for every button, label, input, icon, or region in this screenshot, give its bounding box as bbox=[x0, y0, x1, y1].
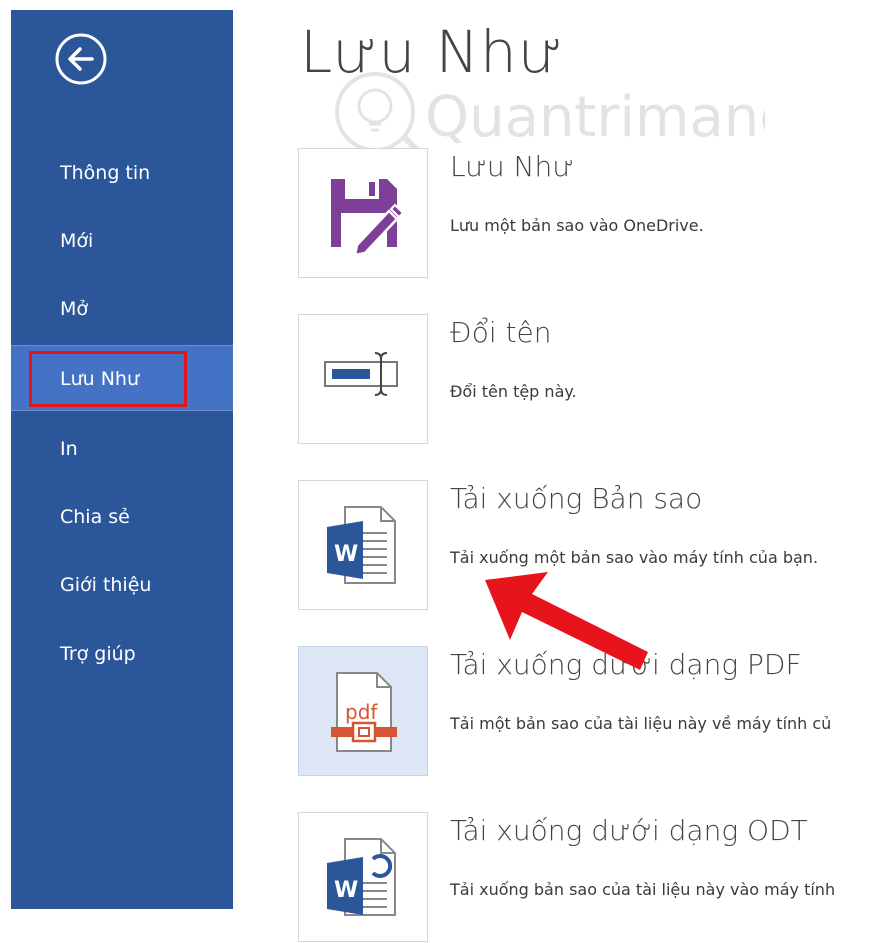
option-tile bbox=[298, 148, 428, 278]
sidebar-item-label: In bbox=[60, 438, 78, 460]
word-letter: W bbox=[334, 542, 358, 567]
option-title: Lưu Như bbox=[450, 150, 575, 183]
option-tile: W bbox=[298, 812, 428, 942]
back-arrow-icon bbox=[55, 33, 107, 85]
sidebar-item-label: Trợ giúp bbox=[60, 643, 136, 665]
option-description: Đổi tên tệp này. bbox=[450, 382, 577, 401]
option-description: Tải xuống một bản sao vào máy tính của b… bbox=[450, 548, 819, 567]
option-tile: pdf bbox=[298, 646, 428, 776]
sidebar-item-new[interactable]: Mới bbox=[11, 208, 233, 274]
option-description: Tải một bản sao của tài liệu này về máy … bbox=[450, 714, 832, 733]
watermark-text: Quantrimang bbox=[425, 85, 765, 150]
highlight-box bbox=[29, 351, 187, 407]
page-title: Lưu Như bbox=[300, 18, 564, 86]
sidebar-item-info[interactable]: Thông tin bbox=[11, 140, 233, 206]
sidebar-item-open[interactable]: Mở bbox=[11, 276, 233, 342]
sidebar: Thông tin Mới Mở Lưu Như In Chia sẻ Giới… bbox=[11, 10, 233, 909]
option-download-pdf[interactable]: pdf Tải xuống dưới dạng PDF Tải một bản … bbox=[298, 646, 888, 776]
sidebar-item-label: Giới thiệu bbox=[60, 574, 152, 596]
odt-document-icon: W bbox=[327, 838, 396, 916]
back-button[interactable] bbox=[54, 32, 108, 86]
option-tile bbox=[298, 314, 428, 444]
sidebar-item-label: Thông tin bbox=[60, 162, 151, 184]
option-description: Lưu một bản sao vào OneDrive. bbox=[450, 216, 704, 235]
rename-icon bbox=[324, 352, 398, 396]
option-download-copy[interactable]: W Tải xuống Bản sao Tải xuống một bản sa… bbox=[298, 480, 888, 610]
option-rename[interactable]: Đổi tên Đổi tên tệp này. bbox=[298, 314, 888, 444]
sidebar-item-about[interactable]: Giới thiệu bbox=[11, 552, 233, 618]
option-download-odt[interactable]: W Tải xuống dưới dạng ODT Tải xuống bản … bbox=[298, 812, 888, 942]
word-document-icon: W bbox=[327, 506, 396, 584]
sidebar-item-label: Chia sẻ bbox=[60, 506, 130, 528]
save-as-floppy-icon bbox=[331, 179, 405, 257]
sidebar-item-label: Mở bbox=[60, 298, 89, 320]
word-letter: W bbox=[334, 878, 358, 903]
pdf-document-icon: pdf bbox=[331, 672, 397, 752]
pdf-label: pdf bbox=[345, 700, 378, 724]
option-description: Tải xuống bản sao của tài liệu này vào m… bbox=[450, 880, 836, 899]
sidebar-item-label: Mới bbox=[60, 230, 94, 252]
sidebar-item-help[interactable]: Trợ giúp bbox=[11, 621, 233, 687]
option-tile: W bbox=[298, 480, 428, 610]
option-title: Đổi tên bbox=[450, 316, 552, 349]
sidebar-item-save-as[interactable]: Lưu Như bbox=[11, 345, 233, 411]
sidebar-item-print[interactable]: In bbox=[11, 416, 233, 482]
sidebar-item-share[interactable]: Chia sẻ bbox=[11, 484, 233, 550]
option-title: Tải xuống dưới dạng PDF bbox=[450, 648, 802, 681]
option-save-as[interactable]: Lưu Như Lưu một bản sao vào OneDrive. bbox=[298, 148, 888, 278]
option-title: Tải xuống Bản sao bbox=[450, 482, 703, 515]
option-title: Tải xuống dưới dạng ODT bbox=[450, 814, 808, 847]
